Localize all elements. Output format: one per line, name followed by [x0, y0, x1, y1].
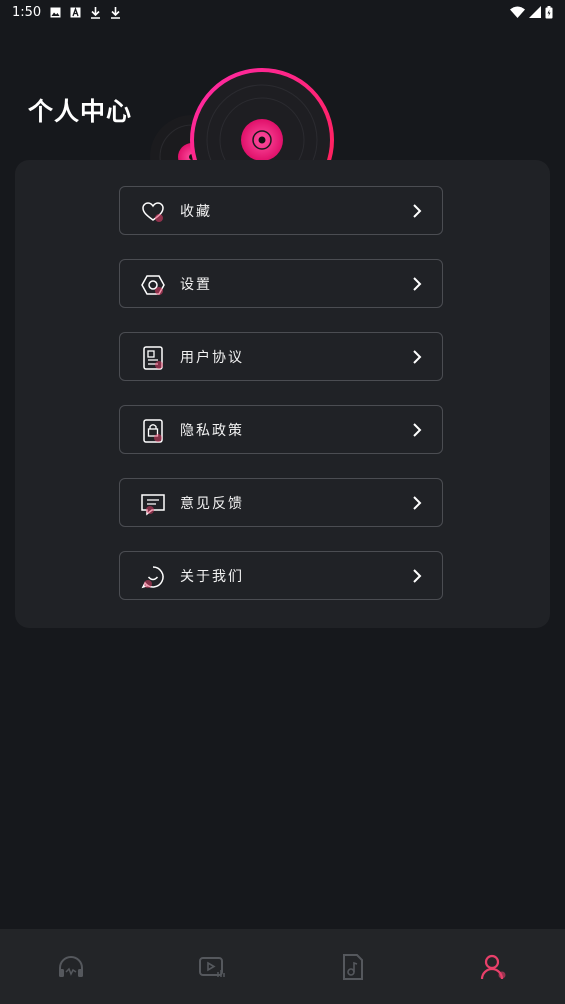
settings-hexagon-icon	[141, 275, 165, 295]
chevron-right-icon	[413, 277, 422, 291]
about-chat-icon	[141, 566, 164, 589]
chevron-right-icon	[413, 204, 422, 218]
tab-music[interactable]	[283, 929, 424, 1004]
headphones-icon	[58, 955, 83, 977]
menu-item-about-us[interactable]: 关于我们	[119, 551, 443, 600]
heart-icon	[142, 202, 164, 222]
wifi-icon	[510, 6, 525, 18]
font-notification-icon	[70, 6, 81, 17]
user-agreement-icon	[143, 346, 163, 370]
tab-video[interactable]	[141, 929, 282, 1004]
menu-item-user-agreement[interactable]: 用户协议	[119, 332, 443, 381]
cell-signal-icon	[529, 6, 541, 18]
tab-profile[interactable]	[424, 929, 565, 1004]
status-right	[510, 5, 553, 19]
tab-listen[interactable]	[0, 929, 141, 1004]
status-bar: 1:50	[0, 0, 565, 24]
page-title: 个人中心	[28, 97, 133, 126]
menu-item-label: 关于我们	[180, 569, 244, 585]
chevron-right-icon	[413, 423, 422, 437]
image-notification-icon	[50, 7, 61, 17]
chevron-right-icon	[413, 350, 422, 364]
status-left: 1:50	[12, 5, 121, 20]
menu-item-settings[interactable]: 设置	[119, 259, 443, 308]
status-time: 1:50	[12, 4, 42, 20]
download-notification-icon	[91, 6, 101, 19]
music-file-icon	[343, 953, 364, 980]
feedback-message-icon	[141, 494, 165, 516]
battery-icon	[545, 5, 553, 18]
menu-item-label: 隐私政策	[180, 423, 244, 439]
menu-item-favorites[interactable]: 收藏	[119, 186, 443, 235]
menu-item-label: 用户协议	[180, 350, 244, 366]
video-icon	[198, 956, 225, 977]
chevron-right-icon	[413, 569, 422, 583]
profile-icon	[481, 954, 506, 979]
menu-item-label: 收藏	[180, 204, 212, 220]
menu-item-label: 意见反馈	[180, 496, 244, 512]
vinyl-records-decoration	[140, 60, 360, 170]
privacy-lock-icon	[143, 419, 163, 443]
chevron-right-icon	[413, 496, 422, 510]
menu-item-privacy-policy[interactable]: 隐私政策	[119, 405, 443, 454]
large-vinyl-record	[190, 68, 334, 170]
menu-card: 收藏 设置 用户协议 隐私政策 意见反馈 关于我们	[15, 160, 550, 628]
menu-item-feedback[interactable]: 意见反馈	[119, 478, 443, 527]
download-notification-icon	[111, 6, 121, 19]
bottom-tab-bar	[0, 929, 565, 1004]
menu-item-label: 设置	[180, 277, 212, 293]
